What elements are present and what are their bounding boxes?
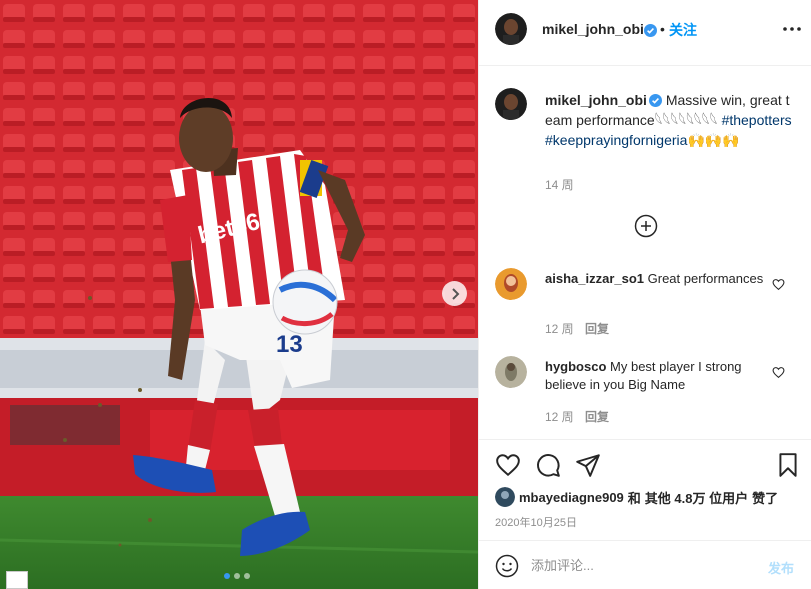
liker-avatar[interactable]: [495, 487, 515, 507]
shorts-number: 13: [276, 331, 303, 358]
emoji-icon[interactable]: [495, 554, 519, 578]
post-side-panel: mikel_john_obi • 关注 mikel_john_obi Massi…: [478, 0, 811, 589]
likes-summary: mbayediagne909 和 其他 4.8万 位用户 赞了: [495, 487, 778, 507]
comment-username[interactable]: aisha_izzar_so1: [545, 271, 644, 286]
comments-section: mikel_john_obi Massive win, great team p…: [479, 66, 811, 440]
heart-icon[interactable]: [495, 452, 521, 478]
carousel-next-button[interactable]: [442, 281, 467, 306]
likes-suffix: 赞了: [752, 490, 779, 506]
bookmark-icon[interactable]: [775, 452, 801, 478]
caption-username[interactable]: mikel_john_obi: [545, 92, 647, 108]
chevron-right-icon: [451, 287, 459, 300]
author-avatar[interactable]: [495, 13, 527, 45]
liker-username[interactable]: mbayediagne909: [519, 490, 624, 505]
verified-badge-icon: [644, 22, 657, 38]
post-date: 2020年10月25日: [495, 517, 577, 529]
header-separator: •: [660, 21, 665, 37]
post-caption: mikel_john_obi Massive win, great team p…: [545, 90, 795, 150]
carousel-indicator: [224, 573, 250, 579]
follow-button[interactable]: 关注: [669, 20, 697, 40]
likes-others-link[interactable]: 其他 4.8万 位用户: [645, 488, 748, 507]
share-icon[interactable]: [575, 452, 601, 478]
post-comment-button[interactable]: 发布: [768, 558, 794, 577]
more-options-icon[interactable]: [781, 18, 803, 40]
heart-icon[interactable]: [772, 366, 785, 379]
comment-username[interactable]: hygbosco: [545, 359, 606, 374]
commenter-avatar[interactable]: [495, 268, 527, 300]
comment-input[interactable]: [531, 555, 751, 575]
heart-icon[interactable]: [772, 278, 785, 291]
caption-author-avatar[interactable]: [495, 88, 527, 120]
carousel-dot: [224, 573, 230, 579]
plus-circle-icon[interactable]: [634, 214, 658, 238]
club-crest-icon: [6, 571, 28, 589]
post-header: mikel_john_obi • 关注: [479, 0, 811, 66]
caption-timestamp: 14 周: [545, 178, 574, 192]
comment-body: hygbosco My best player I strong believe…: [545, 358, 765, 394]
comment-text: Great performances: [647, 271, 764, 286]
reply-button[interactable]: 回复: [585, 408, 609, 425]
likes-conjunction: 和: [627, 490, 641, 506]
post-media[interactable]: 13 bet365: [0, 0, 478, 589]
post-actions: mbayediagne909 和 其他 4.8万 位用户 赞了 2020年10月…: [479, 440, 811, 540]
author-username[interactable]: mikel_john_obi: [542, 21, 644, 37]
comment-timestamp: 12 周: [545, 322, 574, 336]
commenter-avatar[interactable]: [495, 356, 527, 388]
carousel-dot: [244, 573, 250, 579]
verified-badge-icon: [648, 92, 662, 108]
reply-button[interactable]: 回复: [585, 320, 609, 337]
carousel-dot: [234, 573, 240, 579]
hashtag-link[interactable]: #thepotters: [722, 112, 792, 128]
comment-timestamp: 12 周: [545, 410, 574, 424]
comment-body: aisha_izzar_so1 Great performances: [545, 270, 765, 288]
post-photo: 13 bet365: [0, 0, 478, 589]
hashtag-link[interactable]: #keepprayingfornigeria: [545, 132, 687, 148]
caption-emoji: 🙌🙌🙌: [687, 132, 740, 148]
comment-composer: 发布: [479, 540, 811, 589]
comment-icon[interactable]: [535, 452, 561, 478]
